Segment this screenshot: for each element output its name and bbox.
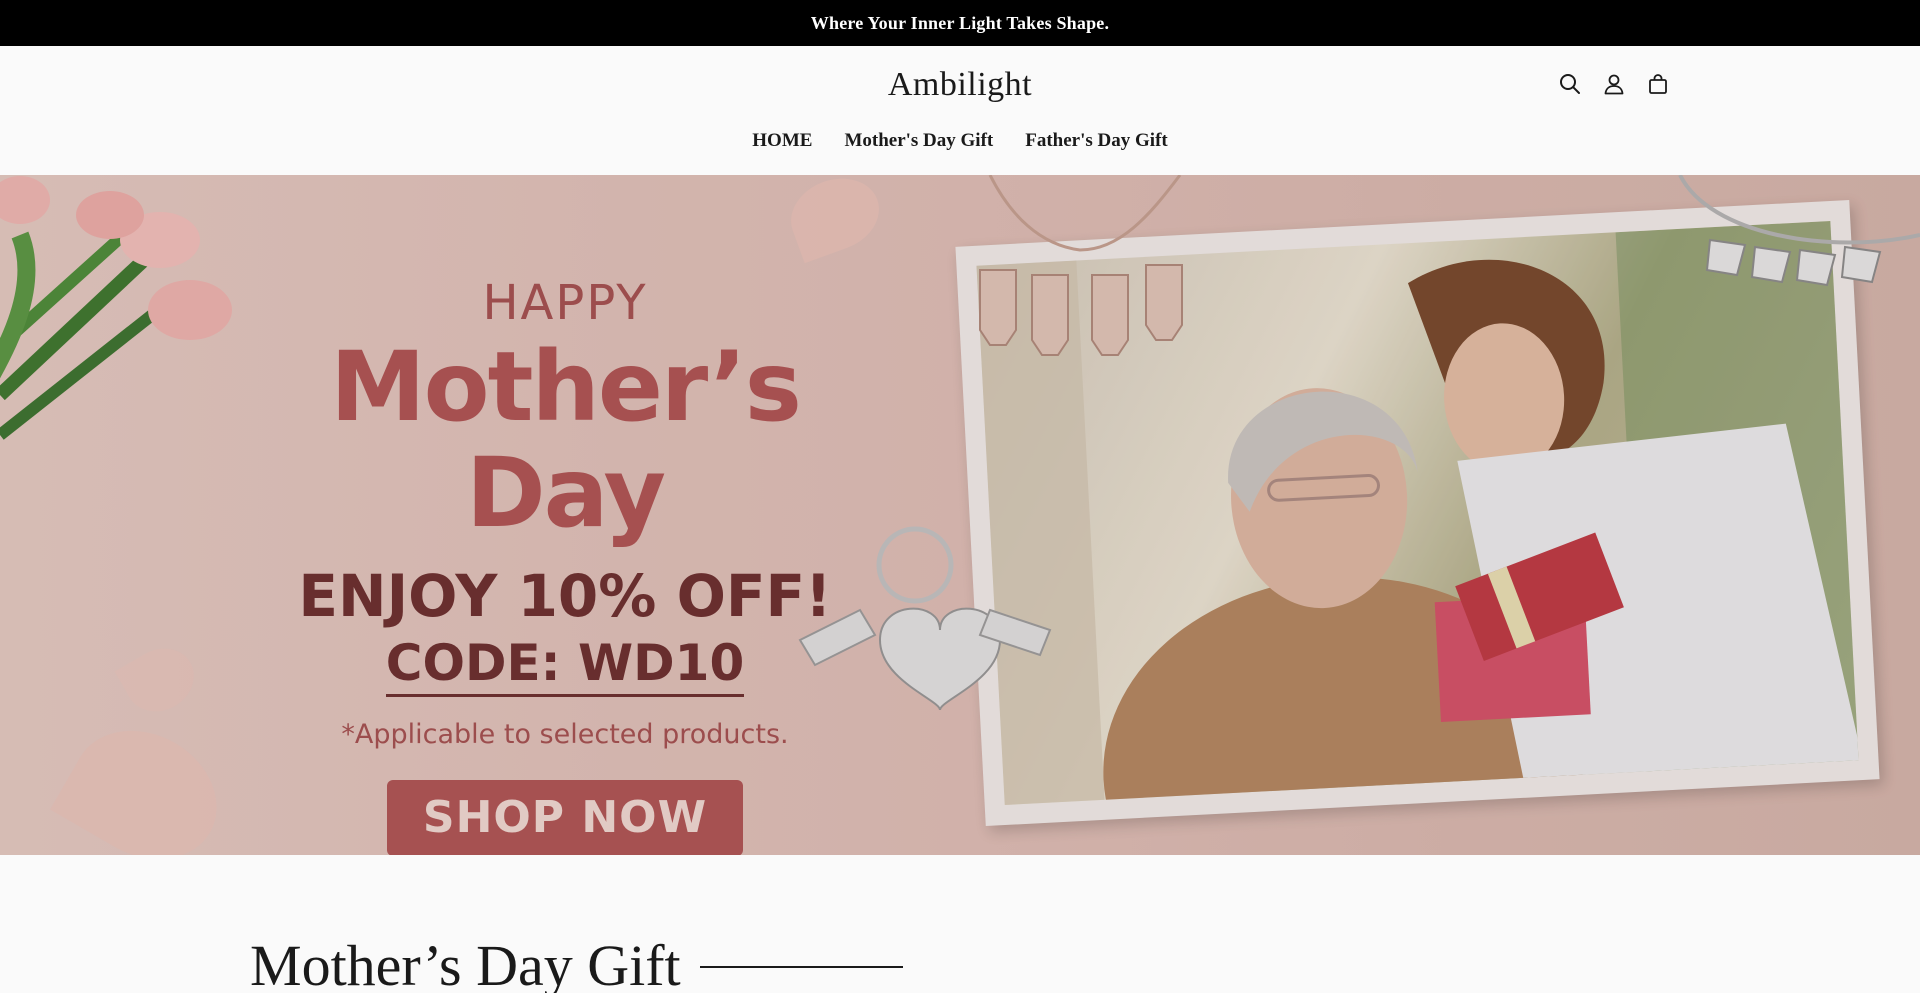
header-icons — [1558, 72, 1670, 96]
announcement-bar: Where Your Inner Light Takes Shape. — [0, 0, 1920, 46]
keychain-charm-image — [798, 526, 1052, 710]
hero-headline: Mother’s Day — [330, 331, 802, 549]
section-title: Mother’s Day Gift — [250, 933, 681, 993]
hero-banner[interactable]: HAPPY Mother’s Day ENJOY 10% OFF! CODE: … — [0, 175, 1920, 855]
cart-icon[interactable] — [1646, 72, 1670, 96]
nav-fathers-day-gift[interactable]: Father's Day Gift — [1025, 130, 1167, 152]
hero-code: CODE: WD10 — [385, 634, 745, 698]
main-nav: HOME Mother's Day Gift Father's Day Gift — [0, 130, 1920, 152]
shop-now-button[interactable]: SHOP NOW — [387, 780, 743, 855]
petal-decoration — [50, 705, 240, 855]
nav-mothers-day-gift[interactable]: Mother's Day Gift — [844, 130, 993, 152]
bangle-charms-image — [1678, 175, 1920, 287]
necklace-charms-image — [979, 175, 1183, 356]
petal-decoration — [780, 175, 890, 264]
site-header: Ambilight HOME Mother's Day Gift Father'… — [0, 46, 1920, 175]
petal-decoration — [114, 636, 206, 724]
tulips-image — [0, 176, 232, 440]
nav-home[interactable]: HOME — [752, 130, 812, 152]
section-title-divider — [700, 966, 903, 968]
hero-happy: HAPPY — [482, 275, 648, 331]
search-icon[interactable] — [1558, 72, 1582, 96]
announcement-text: Where Your Inner Light Takes Shape. — [810, 12, 1110, 33]
hero-note: *Applicable to selected products. — [341, 719, 789, 751]
account-icon[interactable] — [1602, 72, 1626, 96]
